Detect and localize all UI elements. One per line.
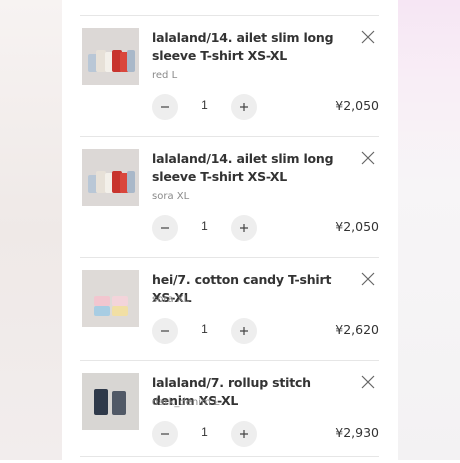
cart-item: lalaland/14. ailet slim long sleeve T-sh… (80, 15, 379, 136)
quantity-stepper: 1 ¥2,930 (152, 421, 379, 447)
product-thumbnail[interactable] (82, 270, 139, 327)
garment-shape (94, 306, 110, 316)
increase-quantity-button[interactable] (231, 94, 257, 120)
product-variant: dark_denim L (152, 397, 220, 408)
quantity-stepper: 1 ¥2,050 (152, 215, 379, 241)
product-thumbnail[interactable] (82, 373, 139, 430)
quantity-value: 1 (201, 322, 208, 336)
remove-item-button[interactable] (361, 30, 375, 44)
product-thumbnail[interactable] (82, 149, 139, 206)
plus-icon (240, 430, 248, 438)
product-title[interactable]: lalaland/14. ailet slim long sleeve T-sh… (152, 150, 352, 186)
product-variant: red L (152, 70, 178, 81)
decrease-quantity-button[interactable] (152, 421, 178, 447)
garment-shape (127, 50, 135, 72)
quantity-stepper: 1 ¥2,620 (152, 318, 379, 344)
product-variant: sora XL (152, 191, 190, 202)
quantity-value: 1 (201, 219, 208, 233)
item-price: ¥2,930 (335, 425, 379, 440)
minus-icon (161, 433, 169, 435)
close-icon (361, 272, 375, 286)
divider (80, 456, 379, 457)
product-variant: sora XL (152, 294, 190, 305)
cart-item: hei/7. cotton candy T-shirt XS-XL sora X… (80, 257, 379, 360)
item-price: ¥2,050 (335, 219, 379, 234)
item-price: ¥2,620 (335, 322, 379, 337)
product-thumbnail[interactable] (82, 28, 139, 85)
minus-icon (161, 106, 169, 108)
garment-shape (94, 296, 110, 306)
garment-shape (94, 389, 108, 415)
increase-quantity-button[interactable] (231, 215, 257, 241)
close-icon (361, 151, 375, 165)
quantity-value: 1 (201, 98, 208, 112)
increase-quantity-button[interactable] (231, 421, 257, 447)
cart-item-list: lalaland/14. ailet slim long sleeve T-sh… (80, 15, 379, 463)
plus-icon (240, 327, 248, 335)
remove-item-button[interactable] (361, 375, 375, 389)
garment-shape (127, 171, 135, 193)
cart-panel: lalaland/14. ailet slim long sleeve T-sh… (62, 0, 398, 460)
minus-icon (161, 227, 169, 229)
garment-shape (112, 296, 128, 306)
minus-icon (161, 330, 169, 332)
cart-item: lalaland/7. rollup stitch denim XS-XL da… (80, 360, 379, 463)
product-title[interactable]: lalaland/14. ailet slim long sleeve T-sh… (152, 29, 352, 65)
background-right (398, 0, 460, 460)
decrease-quantity-button[interactable] (152, 215, 178, 241)
cart-item: lalaland/14. ailet slim long sleeve T-sh… (80, 136, 379, 257)
plus-icon (240, 103, 248, 111)
garment-shape (112, 391, 126, 415)
quantity-stepper: 1 ¥2,050 (152, 94, 379, 120)
quantity-value: 1 (201, 425, 208, 439)
decrease-quantity-button[interactable] (152, 94, 178, 120)
increase-quantity-button[interactable] (231, 318, 257, 344)
remove-item-button[interactable] (361, 151, 375, 165)
garment-shape (112, 306, 128, 316)
close-icon (361, 375, 375, 389)
plus-icon (240, 224, 248, 232)
close-icon (361, 30, 375, 44)
background-left (0, 0, 62, 460)
item-price: ¥2,050 (335, 98, 379, 113)
remove-item-button[interactable] (361, 272, 375, 286)
decrease-quantity-button[interactable] (152, 318, 178, 344)
